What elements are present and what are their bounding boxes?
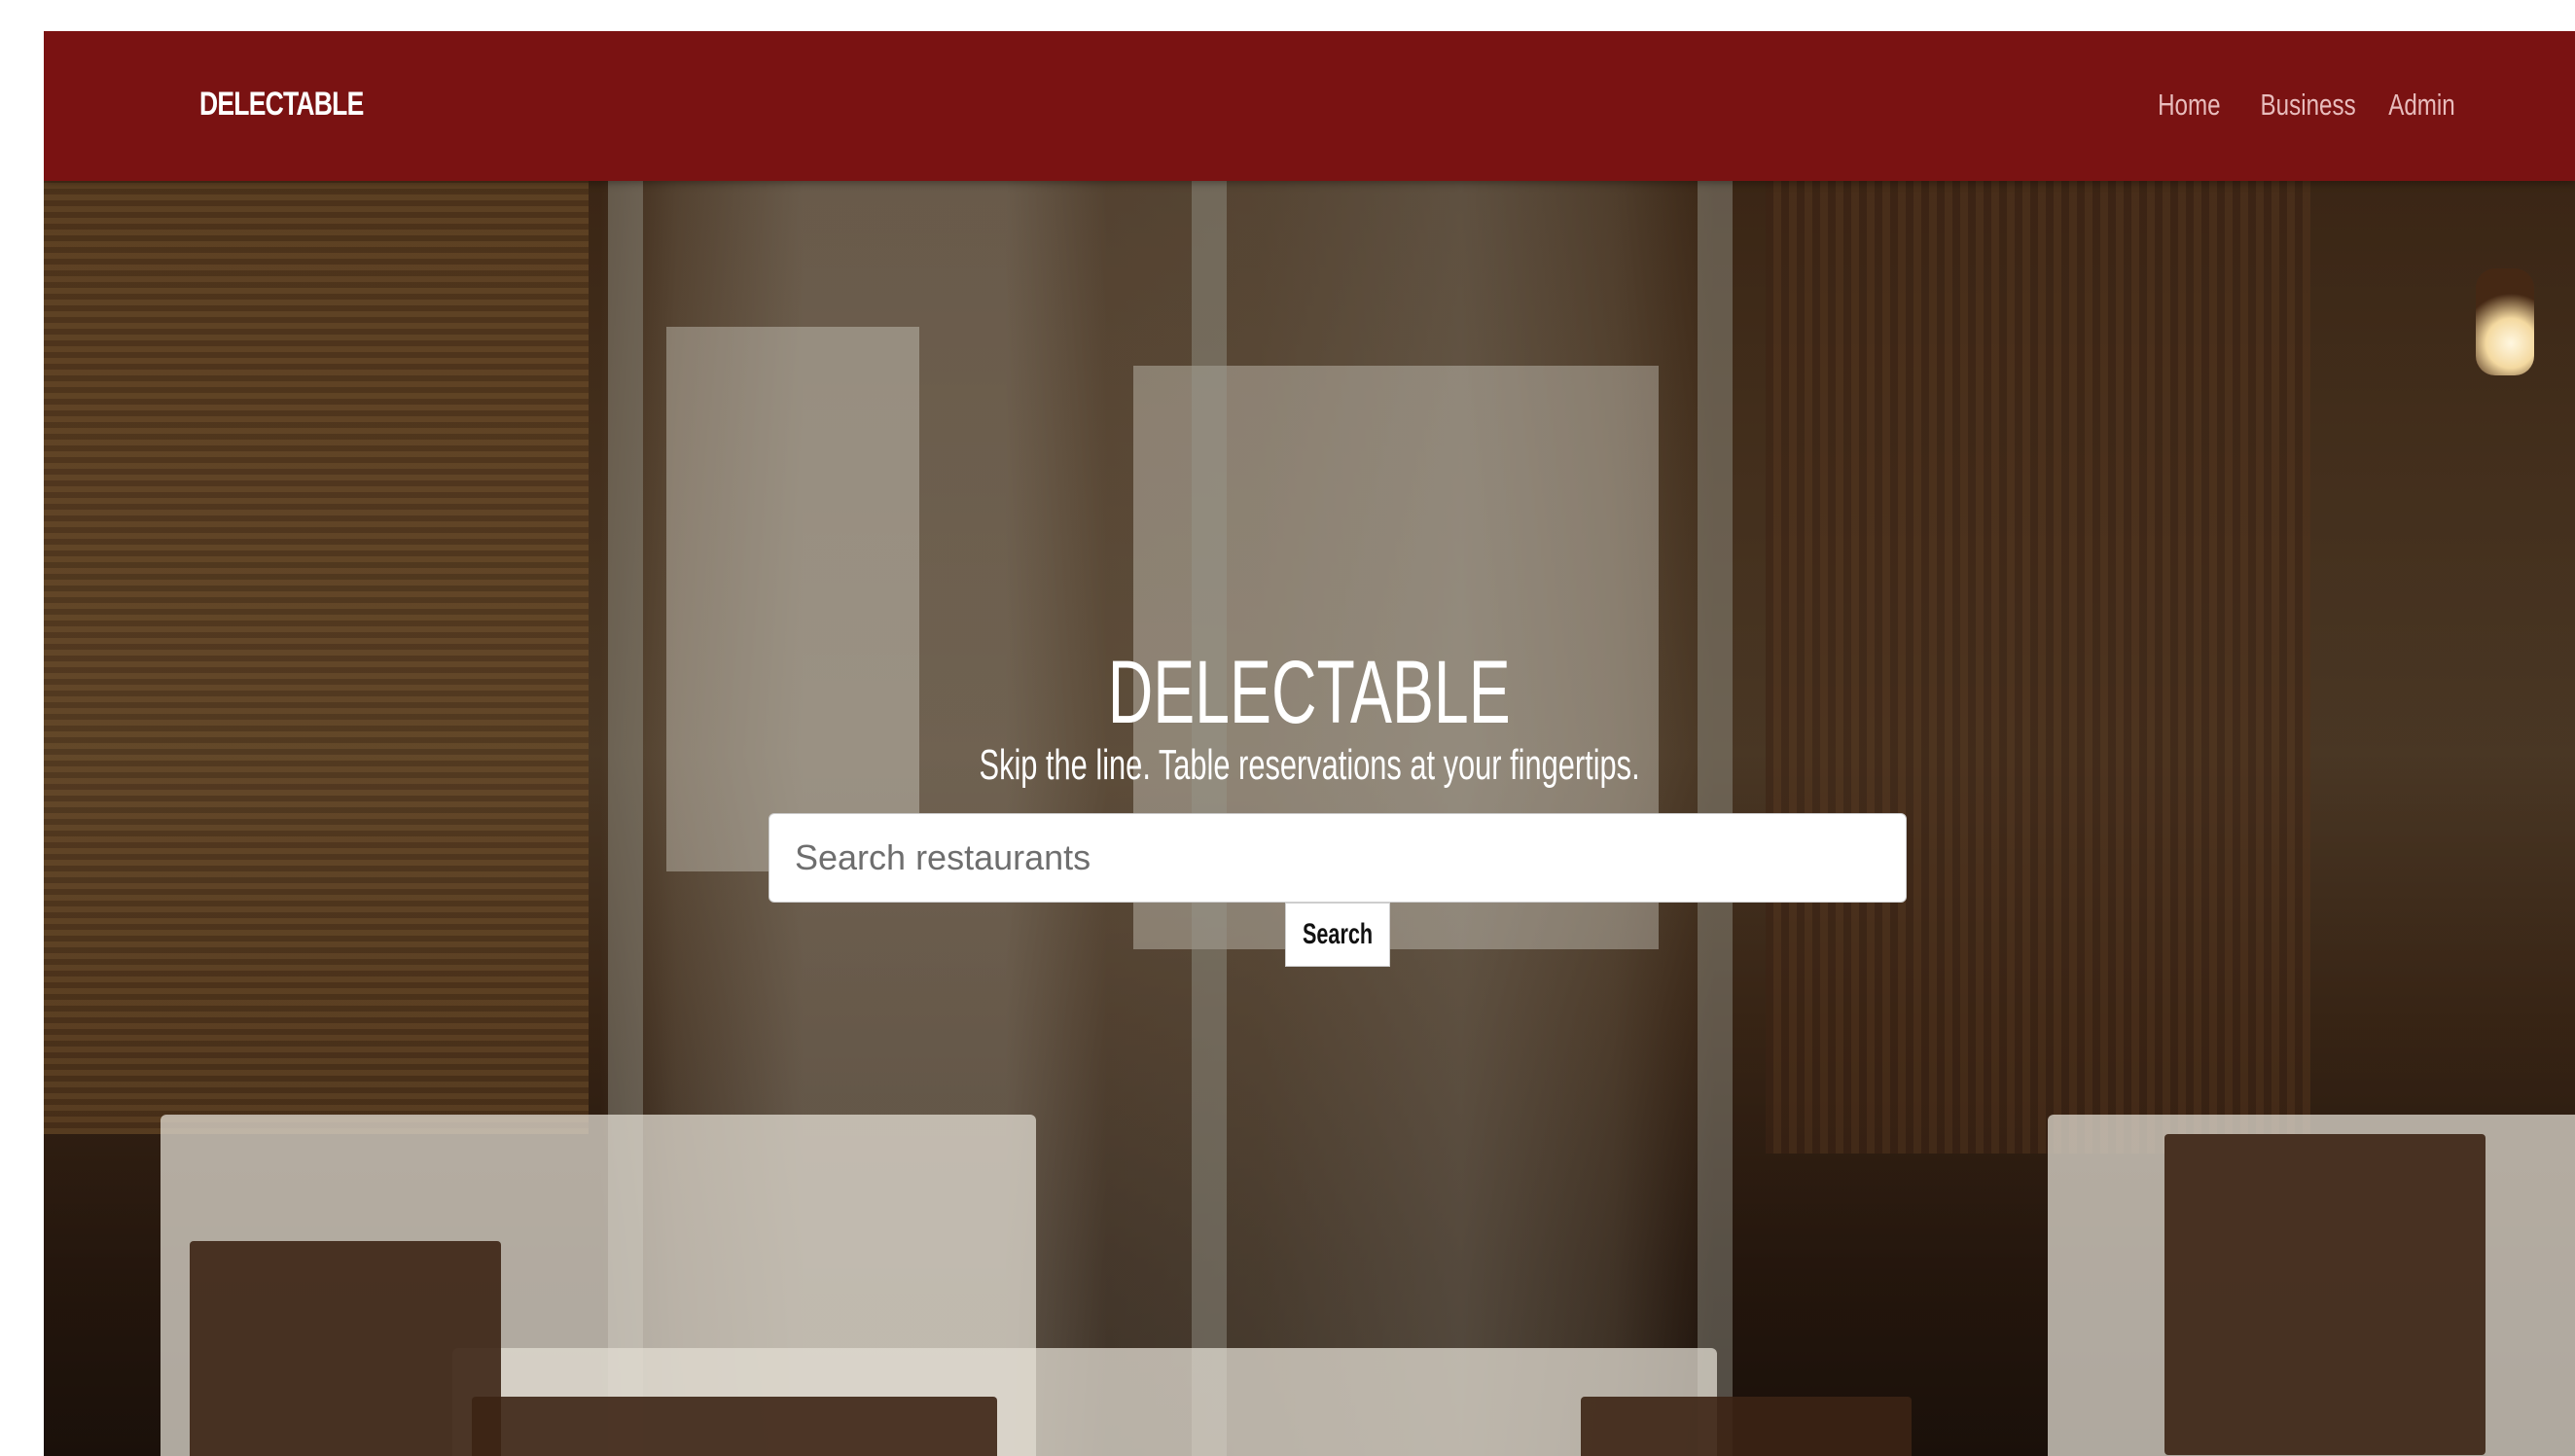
hero-title-text: DELECTABLE: [1108, 643, 1511, 742]
search-input[interactable]: [769, 813, 1907, 903]
navbar: DELECTABLE Home Business Admin: [44, 31, 2575, 181]
hero-title: DELECTABLE: [44, 642, 2575, 744]
brand-logo-link[interactable]: DELECTABLE: [199, 86, 364, 124]
hero-subtitle: Skip the line. Table reservations at you…: [44, 741, 2575, 790]
search-button-label: Search: [1302, 918, 1374, 950]
page: DELECTABLE Home Business Admin DELECTABL…: [44, 31, 2575, 1456]
hero-content: DELECTABLE Skip the line. Table reservat…: [44, 181, 2575, 1456]
search-button[interactable]: Search: [1285, 903, 1390, 967]
nav-links: Home Business Admin: [2135, 88, 2458, 123]
hero-subtitle-text: Skip the line. Table reservations at you…: [979, 741, 1640, 789]
nav-link-admin[interactable]: Admin: [2385, 88, 2458, 123]
nav-link-business[interactable]: Business: [2258, 88, 2359, 123]
nav-link-home[interactable]: Home: [2155, 88, 2224, 123]
